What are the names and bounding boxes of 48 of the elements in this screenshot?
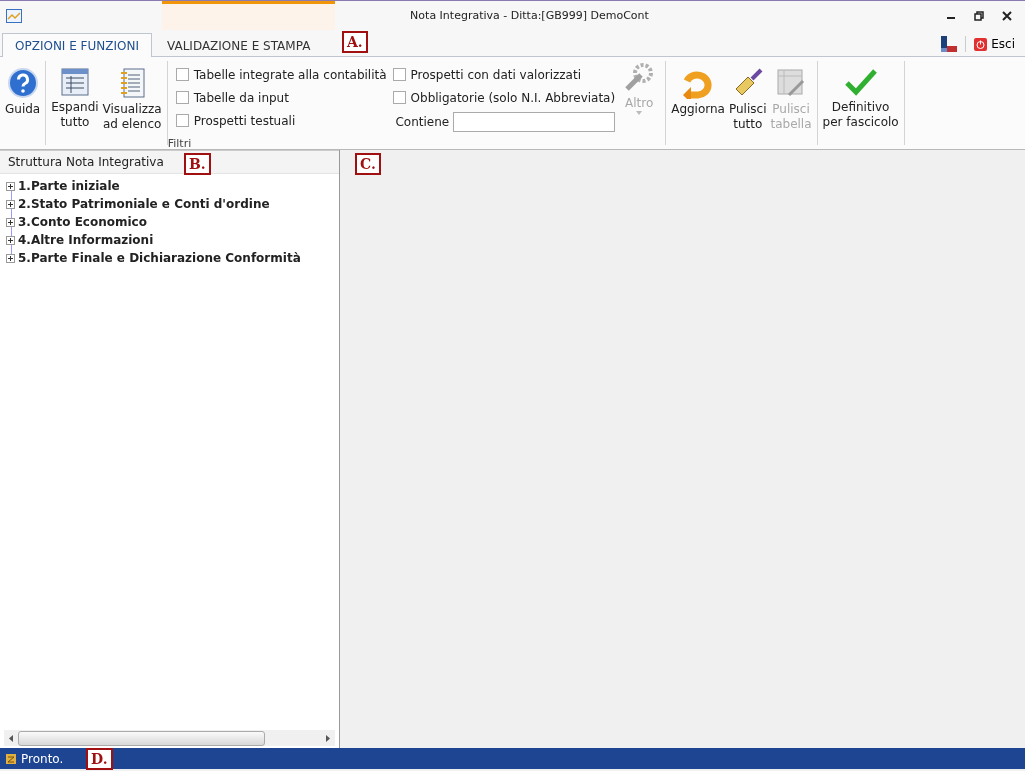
ribbon-button[interactable]: Visualizza ad elenco — [100, 65, 164, 134]
power-icon — [974, 37, 988, 51]
filter-checkbox[interactable]: Obbligatorie (solo N.I. Abbreviata) — [392, 86, 616, 109]
ribbon-button[interactable]: Definitivo per fascicolo — [820, 65, 901, 132]
expand-toggle[interactable] — [6, 235, 15, 245]
app-icon — [6, 8, 22, 23]
table-icon — [59, 67, 90, 97]
expand-toggle[interactable] — [6, 199, 15, 209]
status-text: Pronto. — [21, 751, 64, 766]
callout-label: C. — [355, 153, 381, 175]
exit-button[interactable]: Esci — [965, 36, 1021, 52]
scroll-left-icon[interactable] — [9, 734, 13, 742]
callout-label: D. — [86, 748, 113, 770]
close-icon[interactable] — [1002, 10, 1012, 21]
scroll-right-icon[interactable] — [326, 734, 330, 742]
ribbon-tab[interactable]: OPZIONI E FUNZIONI — [2, 33, 152, 57]
search-field[interactable] — [453, 112, 616, 132]
expand-toggle[interactable] — [6, 253, 15, 263]
dropdown-caret-icon — [636, 111, 643, 115]
tree-item[interactable]: 4.Altre Informazioni — [18, 233, 154, 247]
table-brush-icon — [775, 67, 807, 99]
tree-item[interactable]: 1.Parte iniziale — [18, 179, 120, 193]
callout-label: B. — [184, 153, 211, 175]
check-icon — [843, 67, 878, 97]
expand-toggle[interactable] — [6, 217, 15, 227]
flag-icon[interactable] — [941, 36, 958, 52]
help-icon — [6, 67, 39, 99]
restore-icon[interactable] — [974, 10, 984, 21]
ribbon-button[interactable]: Aggiorna — [669, 65, 727, 119]
ribbon-button[interactable]: Pulisci tutto — [727, 65, 769, 134]
tree-item[interactable]: 3.Conto Economico — [18, 215, 147, 229]
filter-checkbox[interactable]: Tabelle integrate alla contabilità — [175, 63, 387, 86]
filter-checkbox[interactable]: Prospetti con dati valorizzati — [392, 63, 616, 86]
window-title: Nota Integrativa - Ditta:[GB999] DemoCont — [409, 9, 650, 22]
callout-label: A. — [342, 31, 368, 53]
filter-checkbox[interactable]: Tabelle da input — [175, 86, 387, 109]
group-title: Filtri — [167, 137, 192, 150]
search-label: Contiene — [395, 115, 450, 129]
expand-toggle[interactable] — [6, 181, 15, 191]
ribbon-button[interactable]: Espandi tutto — [49, 65, 101, 132]
tree-item[interactable]: 5.Parte Finale e Dichiarazione Conformità — [18, 251, 301, 265]
filter-checkbox[interactable]: Prospetti testuali — [175, 109, 387, 132]
tree-item[interactable]: 2.Stato Patrimoniale e Conti d'ordine — [18, 197, 270, 211]
ribbon-tab[interactable]: VALIDAZIONE E STAMPA — [154, 33, 324, 57]
wrench-gear-icon — [623, 61, 656, 93]
ribbon-button[interactable]: Guida — [3, 65, 43, 119]
horizontal-scrollbar[interactable] — [4, 730, 335, 746]
scroll-icon — [5, 752, 17, 765]
